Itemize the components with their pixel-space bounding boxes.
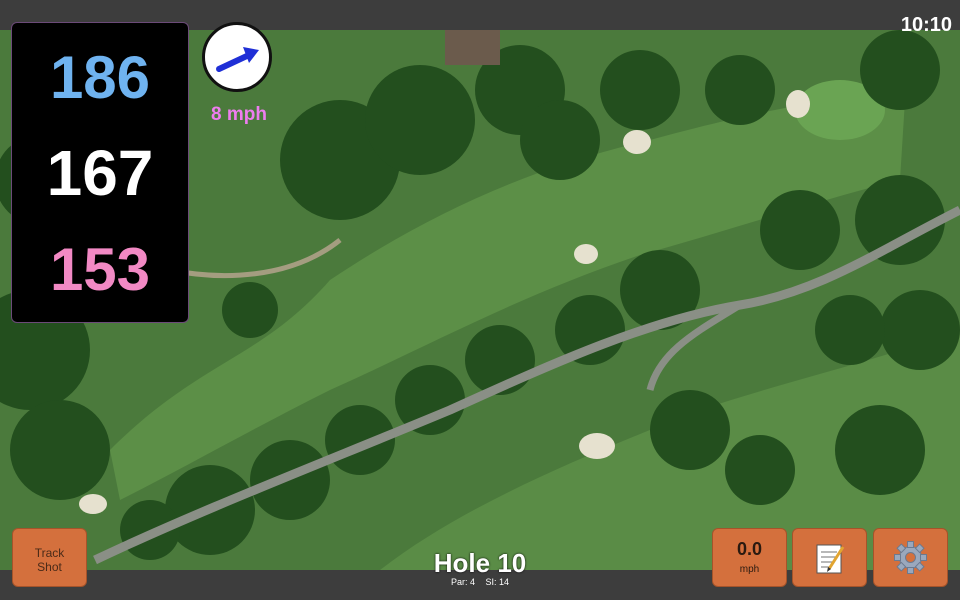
wind-indicator [202, 22, 272, 92]
wind-speed-unit: mph [739, 564, 760, 575]
wind-speed-label: 8 mph [211, 104, 267, 125]
wind-speed-value: 0.0 [736, 539, 763, 559]
track-shot-label: Track Shot [34, 546, 65, 574]
notepad-icon [816, 544, 845, 574]
hole-info: Par: 4 SI: 14 [380, 577, 580, 587]
track-shot-button[interactable]: Track Shot [12, 528, 87, 587]
settings-button[interactable] [873, 528, 948, 587]
middle-distance: 167 [46, 137, 154, 209]
notes-button[interactable] [792, 528, 867, 587]
hole-title: Hole 10 [433, 548, 527, 578]
front-distance: 153 [49, 236, 151, 303]
si-label: SI: 14 [485, 577, 510, 587]
status-clock: 10:10 [900, 14, 952, 36]
wind-speed-button[interactable]: 0.0 mph [712, 528, 787, 587]
par-label: Par: 4 [450, 577, 475, 587]
distance-panel: 186 167 153 [11, 22, 189, 323]
back-distance: 186 [49, 44, 151, 111]
wind-arrow-icon [216, 47, 259, 72]
gear-icon [894, 541, 927, 574]
